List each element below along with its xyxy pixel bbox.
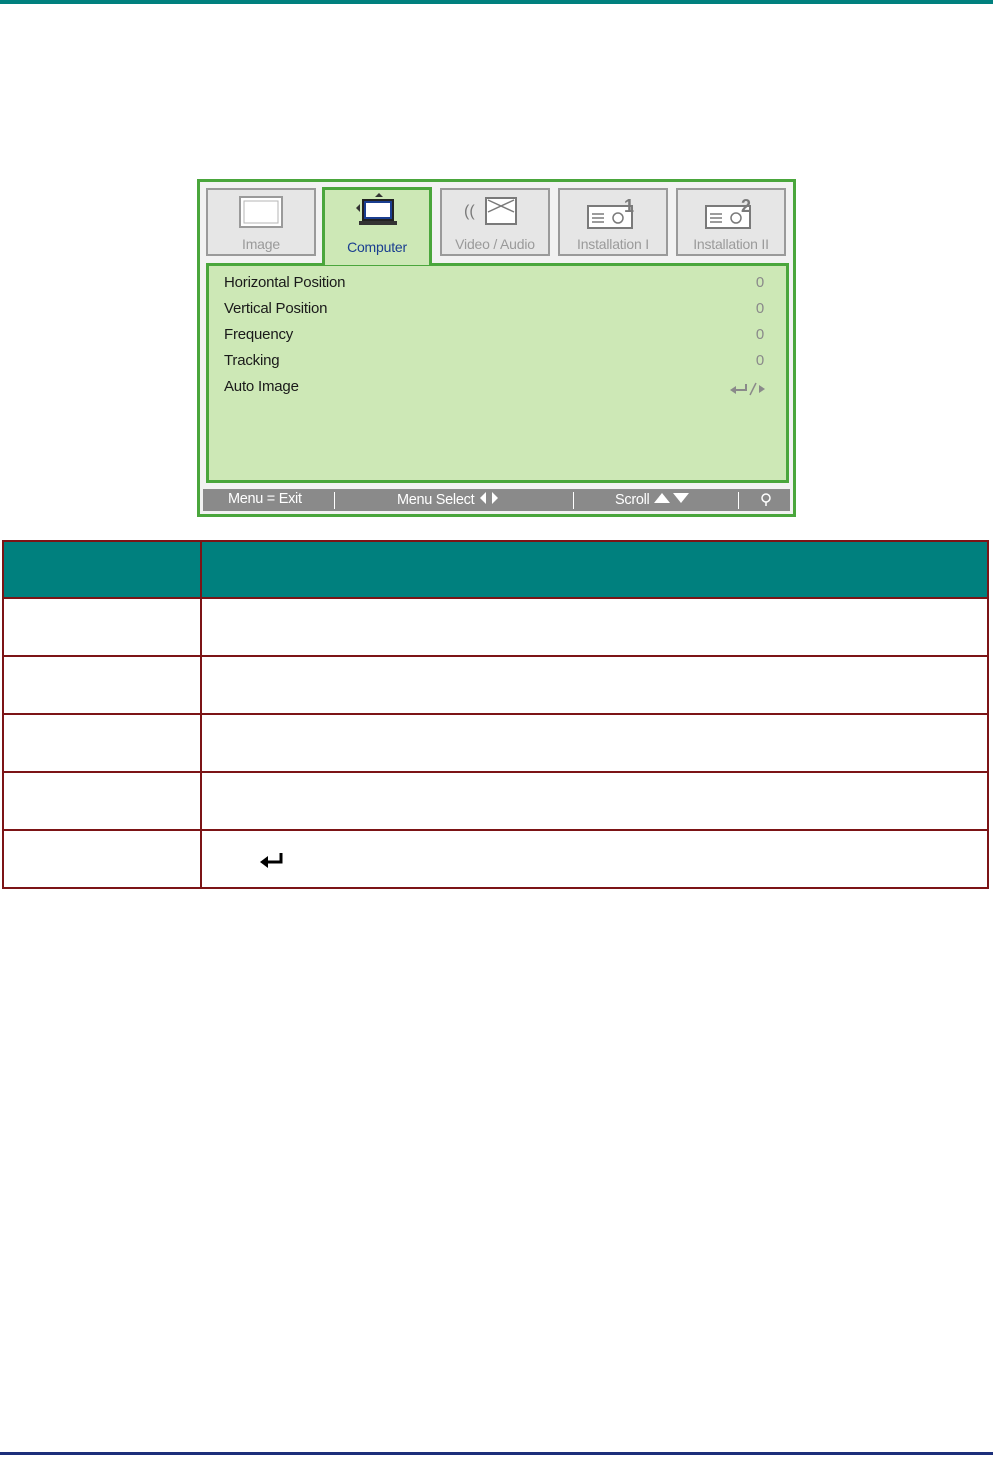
table-header-cell <box>200 540 989 599</box>
table-row <box>2 597 989 657</box>
footer-select-label: Menu Select <box>397 492 475 508</box>
tab-computer-label: Computer <box>347 239 407 255</box>
table-cell <box>2 713 202 773</box>
tab-installation-2[interactable]: 2 Installation II <box>676 188 786 256</box>
table-cell <box>2 655 202 715</box>
svg-text:((: (( <box>464 203 475 220</box>
menu-item-label: Vertical Position <box>224 300 328 317</box>
tab-installation-1[interactable]: 1 Installation I <box>558 188 668 256</box>
menu-item-label: Auto Image <box>224 378 299 395</box>
menu-item-value: 0 <box>755 326 764 343</box>
description-table <box>2 540 989 889</box>
table-cell <box>200 655 989 715</box>
projector-2-icon: 2 <box>705 196 751 229</box>
tab-installation-2-label: Installation II <box>693 236 769 252</box>
menu-item-label: Frequency <box>224 326 294 343</box>
menu-item-vertical-position[interactable]: Vertical Position 0 <box>224 300 764 324</box>
tab-video-audio[interactable]: (( Video / Audio <box>440 188 550 256</box>
table-cell <box>2 829 202 889</box>
osd-menu: Image Computer (( Video / Audio 1 Instal… <box>197 179 796 517</box>
table-row <box>2 655 989 715</box>
footer-scroll: Scroll <box>615 491 691 508</box>
table-cell <box>2 771 202 831</box>
footer-scroll-label: Scroll <box>615 492 650 508</box>
svg-text:1: 1 <box>624 196 634 216</box>
table-cell <box>200 829 989 889</box>
footer-separator <box>573 492 574 509</box>
table-row <box>2 771 989 831</box>
tab-image[interactable]: Image <box>206 188 316 256</box>
table-cell <box>200 771 989 831</box>
table-row <box>2 829 989 889</box>
monitor-icon <box>239 196 283 228</box>
enter-icon <box>260 852 283 868</box>
footer-separator <box>334 492 335 509</box>
tab-computer[interactable]: Computer <box>322 187 432 265</box>
osd-footer: Menu = Exit Menu Select Scroll <box>203 489 790 511</box>
table-header-cell <box>2 540 202 599</box>
lamp-icon <box>761 493 771 506</box>
footer-select: Menu Select <box>397 491 500 508</box>
menu-item-auto-image[interactable]: Auto Image <box>224 378 765 402</box>
enter-right-icon <box>730 382 765 396</box>
menu-item-frequency[interactable]: Frequency 0 <box>224 326 764 350</box>
tab-video-audio-label: Video / Audio <box>455 236 535 252</box>
menu-panel: Horizontal Position 0 Vertical Position … <box>206 263 789 483</box>
table-cell <box>200 713 989 773</box>
table-header-row <box>2 540 989 599</box>
table-cell <box>200 597 989 657</box>
table-row <box>2 713 989 773</box>
menu-item-label: Tracking <box>224 352 280 369</box>
menu-item-horizontal-position[interactable]: Horizontal Position 0 <box>224 274 764 298</box>
menu-item-value: 0 <box>755 300 764 317</box>
menu-item-value: 0 <box>755 274 764 291</box>
projector-1-icon: 1 <box>587 196 634 229</box>
top-rule <box>0 0 993 4</box>
up-down-arrows-icon <box>654 493 690 503</box>
bottom-rule <box>0 1452 993 1455</box>
tab-installation-1-label: Installation I <box>577 236 649 252</box>
video-audio-icon: (( <box>464 197 517 225</box>
menu-item-value: 0 <box>755 352 764 369</box>
footer-separator <box>738 492 739 509</box>
tab-image-label: Image <box>242 236 280 252</box>
footer-exit: Menu = Exit <box>228 491 302 507</box>
svg-text:2: 2 <box>741 196 751 216</box>
menu-item-tracking[interactable]: Tracking 0 <box>224 352 764 376</box>
computer-icon <box>356 193 397 225</box>
left-right-arrows-icon <box>480 492 499 504</box>
menu-item-label: Horizontal Position <box>224 274 346 291</box>
table-cell <box>2 597 202 657</box>
